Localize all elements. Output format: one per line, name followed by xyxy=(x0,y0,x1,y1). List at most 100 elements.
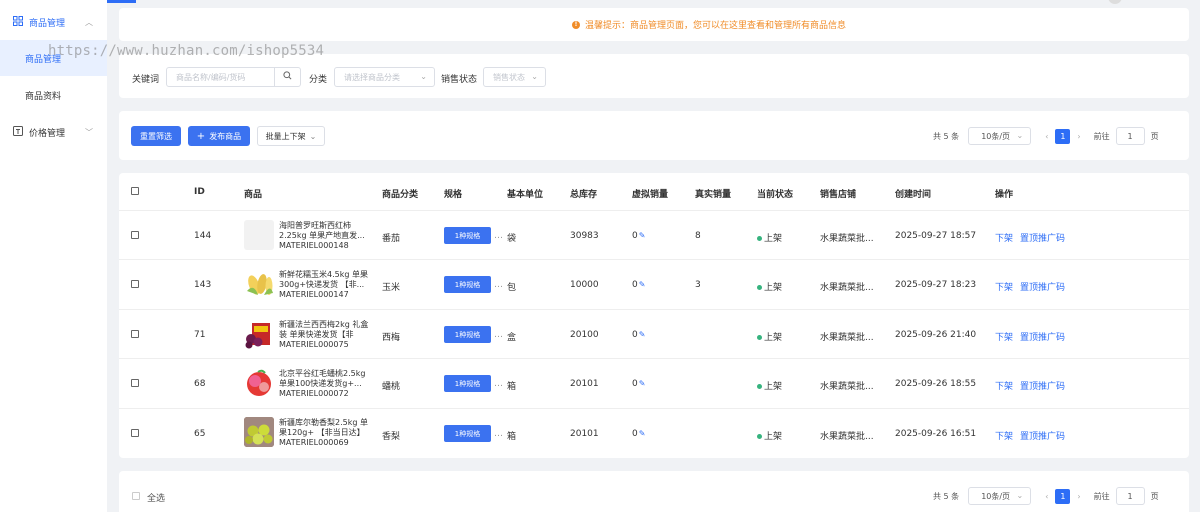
sidebar-group-label: 价格管理 xyxy=(29,128,66,139)
product-info[interactable]: 新鲜花糯玉米4.5kg 单果300g+快递发货 【非... MATERIEL00… xyxy=(279,270,369,300)
spec-button[interactable]: 1种规格 xyxy=(444,425,491,442)
promo-code-link[interactable]: 置顶推广码 xyxy=(1020,231,1065,244)
goto-input[interactable]: 1 xyxy=(1115,127,1145,145)
spec-label: 1种规格 xyxy=(454,280,481,289)
product-code: MATERIEL000148 xyxy=(279,241,349,250)
offshelf-link[interactable]: 下架 xyxy=(995,429,1013,442)
next-page-icon[interactable]: › xyxy=(1077,132,1080,141)
product-info[interactable]: 新疆库尔勒香梨2.5kg 单果120g+ 【非当日达】 MATERIEL0000… xyxy=(279,418,369,448)
divider xyxy=(119,259,1189,260)
warning-icon: ! xyxy=(571,20,580,29)
status-badge: 上架 xyxy=(757,231,782,244)
reset-filter-button[interactable]: 重置筛选 xyxy=(131,126,181,146)
edit-pencil-icon[interactable]: ✎ xyxy=(639,379,646,388)
row-checkbox[interactable] xyxy=(131,330,139,338)
row-checkbox[interactable] xyxy=(131,280,139,288)
product-info[interactable]: 北京平谷红毛蟠桃2.5kg 单果100快递发货g+... MATERIEL000… xyxy=(279,369,369,399)
grid-icon xyxy=(13,15,23,29)
product-info[interactable]: 新疆法兰西西梅2kg 礼盒装 单果快递发货【非当... MATERIEL0000… xyxy=(279,320,369,350)
column-header-created: 创建时间 xyxy=(895,190,932,200)
cell-category: 蟠桃 xyxy=(382,382,401,392)
divider xyxy=(119,358,1189,359)
promo-code-link[interactable]: 置顶推广码 xyxy=(1020,280,1065,293)
sidebar-item-product-info[interactable]: 商品资料 xyxy=(0,77,107,113)
tip-text: 温馨提示：商品管理页面，您可以在这里查看和管理所有商品信息 xyxy=(584,21,846,31)
status-select[interactable]: 销售状态 ⌄ xyxy=(483,67,546,87)
sidebar-group-product[interactable]: 商品管理 ︿ xyxy=(0,10,107,34)
product-name: 海阳普罗旺斯西红柿2.25kg 单果产地直发... xyxy=(279,221,365,240)
row-checkbox[interactable] xyxy=(131,429,139,437)
goto-suffix: 页 xyxy=(1150,131,1159,141)
offshelf-link[interactable]: 下架 xyxy=(995,330,1013,343)
select-all-checkbox[interactable] xyxy=(131,187,139,195)
status-text: 上架 xyxy=(764,283,783,293)
ellipsis-icon: … xyxy=(494,429,503,439)
offshelf-link[interactable]: 下架 xyxy=(995,231,1013,244)
column-header-product: 商品 xyxy=(244,190,263,200)
product-name: 新疆法兰西西梅2kg 礼盒装 单果快递发货【非当... xyxy=(279,320,369,339)
tip-banner: ! 温馨提示：商品管理页面，您可以在这里查看和管理所有商品信息 xyxy=(119,8,1189,41)
divider xyxy=(119,210,1189,211)
select-all-footer-checkbox[interactable] xyxy=(132,492,140,500)
avatar[interactable] xyxy=(1108,0,1122,4)
cell-category: 香梨 xyxy=(382,432,401,442)
goto-label: 前往 xyxy=(1093,131,1110,141)
category-select[interactable]: 请选择商品分类 ⌄ xyxy=(334,67,435,87)
cell-virtual-sales: 0✎ xyxy=(632,231,645,241)
row-checkbox[interactable] xyxy=(131,231,139,239)
corn-product-image xyxy=(244,269,274,299)
cell-unit: 箱 xyxy=(507,382,517,392)
product-thumbnail xyxy=(244,220,274,250)
next-page-icon[interactable]: › xyxy=(1077,492,1080,501)
ellipsis-icon: … xyxy=(494,379,503,389)
search-button[interactable] xyxy=(274,67,301,87)
publish-product-button[interactable]: + 发布商品 xyxy=(188,126,250,146)
virtual-sales-value: 0 xyxy=(632,330,638,340)
product-info[interactable]: 海阳普罗旺斯西红柿2.25kg 单果产地直发... MATERIEL000148 xyxy=(279,221,369,251)
category-label: 分类 xyxy=(309,75,328,85)
virtual-sales-value: 0 xyxy=(632,231,638,241)
promo-code-link[interactable]: 置顶推广码 xyxy=(1020,379,1065,392)
edit-pencil-icon[interactable]: ✎ xyxy=(639,280,646,289)
row-checkbox[interactable] xyxy=(131,379,139,387)
status-badge: 上架 xyxy=(757,379,782,392)
edit-pencil-icon[interactable]: ✎ xyxy=(639,429,646,438)
status-text: 上架 xyxy=(764,432,783,442)
goto-input[interactable]: 1 xyxy=(1115,487,1145,505)
batch-toggle-dropdown[interactable]: 批量上下架 ⌄ xyxy=(257,126,325,146)
goto-suffix: 页 xyxy=(1150,491,1159,501)
page-size-value: 10条/页 xyxy=(981,131,1011,141)
sidebar-group-price[interactable]: 价格管理 ﹀ xyxy=(0,121,107,143)
cell-unit: 盒 xyxy=(507,333,517,343)
page-number[interactable]: 1 xyxy=(1055,128,1071,144)
cell-created: 2025-09-26 16:51 xyxy=(895,429,977,439)
prev-page-icon[interactable]: ‹ xyxy=(1045,492,1048,501)
promo-code-link[interactable]: 置顶推广码 xyxy=(1020,330,1065,343)
offshelf-link[interactable]: 下架 xyxy=(995,379,1013,392)
edit-pencil-icon[interactable]: ✎ xyxy=(639,330,646,339)
chevron-down-icon: ⌄ xyxy=(420,72,427,81)
reset-label: 重置筛选 xyxy=(140,131,172,141)
cell-id: 143 xyxy=(194,280,212,290)
column-header-unit: 基本单位 xyxy=(507,190,544,200)
page-size-select[interactable]: 10条/页 ⌄ xyxy=(968,487,1032,505)
keyword-placeholder: 商品名称/编码/货码 xyxy=(176,72,246,82)
page-size-select[interactable]: 10条/页 ⌄ xyxy=(968,127,1032,145)
offshelf-link[interactable]: 下架 xyxy=(995,280,1013,293)
batch-label: 批量上下架 xyxy=(265,131,306,141)
promo-code-link[interactable]: 置顶推广码 xyxy=(1020,429,1065,442)
spec-button[interactable]: 1种规格 xyxy=(444,326,491,343)
page-number[interactable]: 1 xyxy=(1055,488,1071,504)
spec-button[interactable]: 1种规格 xyxy=(444,276,491,293)
cell-shop: 水果蔬菜批... xyxy=(820,234,874,244)
spec-button[interactable]: 1种规格 xyxy=(444,375,491,392)
column-header-shop: 销售店铺 xyxy=(820,190,857,200)
column-header-id: ID xyxy=(194,187,205,197)
sidebar-item-label: 商品资料 xyxy=(25,91,62,102)
virtual-sales-value: 0 xyxy=(632,429,638,439)
product-code: MATERIEL000072 xyxy=(279,389,349,398)
prev-page-icon[interactable]: ‹ xyxy=(1045,132,1048,141)
plum-product-image xyxy=(244,319,274,349)
spec-button[interactable]: 1种规格 xyxy=(444,227,491,244)
edit-pencil-icon[interactable]: ✎ xyxy=(639,231,646,240)
